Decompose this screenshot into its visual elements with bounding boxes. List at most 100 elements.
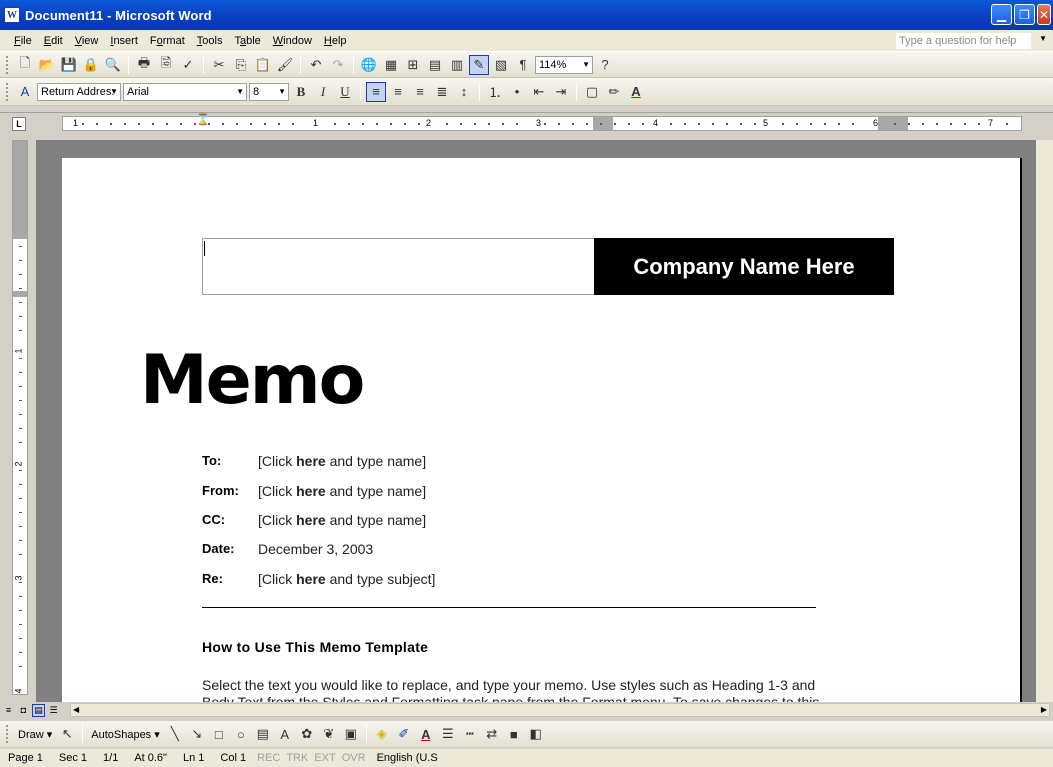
help-question-input[interactable]: Type a question for help [896, 33, 1031, 49]
hyperlink-icon[interactable]: 🌐 [359, 55, 379, 75]
justify-icon[interactable]: ≣ [432, 82, 452, 102]
underline-icon[interactable]: U [335, 82, 355, 102]
menu-window[interactable]: Window [267, 33, 318, 49]
status-rec[interactable]: REC [254, 752, 283, 764]
menu-tools[interactable]: Tools [191, 33, 229, 49]
menu-format[interactable]: Format [144, 33, 191, 49]
menu-file[interactable]: File [8, 33, 38, 49]
normal-view-icon[interactable]: ≡ [2, 704, 15, 717]
toolbar-grip[interactable] [6, 725, 9, 743]
menu-insert[interactable]: Insert [104, 33, 144, 49]
italic-icon[interactable]: I [313, 82, 333, 102]
styles-formatting-icon[interactable]: A [15, 82, 35, 102]
tables-borders-icon[interactable]: ▦ [381, 55, 401, 75]
clip-art-icon[interactable]: ❦ [319, 724, 339, 744]
print-layout-icon[interactable]: ▤ [32, 703, 45, 717]
research-icon[interactable]: 🔍 [103, 55, 123, 75]
memo-field-cc[interactable]: CC: [Click here and type name] [202, 512, 426, 528]
vertical-ruler[interactable]: 1 2 3 4 [12, 140, 28, 695]
menu-edit[interactable]: Edit [38, 33, 69, 49]
arrow-icon[interactable]: ↘ [187, 724, 207, 744]
line-spacing-icon[interactable]: ↕ [454, 82, 474, 102]
section-heading[interactable]: How to Use This Memo Template [202, 639, 428, 655]
bold-icon[interactable]: B [291, 82, 311, 102]
field-value[interactable]: December 3, 2003 [258, 541, 373, 557]
wordart-icon[interactable]: A [275, 724, 295, 744]
minimize-button[interactable]: ▁ [991, 4, 1012, 25]
word-app-icon[interactable]: W [4, 7, 20, 23]
shadow-icon[interactable]: ■ [504, 724, 524, 744]
save-icon[interactable]: 💾 [59, 55, 79, 75]
memo-title[interactable]: Memo [140, 341, 365, 420]
style-select[interactable]: Return Addres: ▼ [37, 82, 121, 101]
document-page[interactable]: Company Name Here Memo To: [Click here a… [62, 158, 1022, 702]
field-value[interactable]: [Click here and type name] [258, 483, 426, 499]
arrow-style-icon[interactable]: ⇄ [482, 724, 502, 744]
chevron-down-icon[interactable]: ▼ [1039, 34, 1047, 43]
align-left-icon[interactable]: ≡ [366, 81, 386, 102]
document-area[interactable]: Company Name Here Memo To: [Click here a… [36, 140, 1053, 702]
help-icon[interactable]: ? [595, 55, 615, 75]
font-select[interactable]: Arial ▼ [123, 82, 247, 101]
menu-view[interactable]: View [69, 33, 105, 49]
field-value[interactable]: [Click here and type name] [258, 512, 426, 528]
menu-table[interactable]: Table [228, 33, 266, 49]
draw-menu-button[interactable]: Draw ▾ [15, 728, 55, 741]
horizontal-ruler[interactable]: ⌛ 11234567 [62, 115, 1022, 131]
align-center-icon[interactable]: ≡ [388, 82, 408, 102]
diagram-icon[interactable]: ✿ [297, 724, 317, 744]
company-name[interactable]: Company Name Here [594, 238, 894, 295]
body-text[interactable]: Select the text you would like to replac… [202, 677, 902, 702]
return-address-box[interactable]: Company Name Here [202, 238, 894, 295]
memo-field-re[interactable]: Re: [Click here and type subject] [202, 571, 435, 587]
status-ovr[interactable]: OVR [339, 752, 369, 764]
increase-indent-icon[interactable]: ⇥ [551, 82, 571, 102]
print-preview-icon[interactable]: 🗟 [156, 55, 176, 75]
columns-icon[interactable]: ▥ [447, 55, 467, 75]
autoshapes-menu-button[interactable]: AutoShapes ▾ [88, 728, 163, 741]
font-size-select[interactable]: 8 ▼ [249, 82, 289, 101]
menu-help[interactable]: Help [318, 33, 353, 49]
align-right-icon[interactable]: ≡ [410, 82, 430, 102]
copy-icon[interactable]: ⎘ [231, 55, 251, 75]
cut-icon[interactable]: ✂ [209, 55, 229, 75]
memo-field-date[interactable]: Date: December 3, 2003 [202, 541, 373, 557]
paste-icon[interactable]: 📋 [253, 55, 273, 75]
print-icon[interactable]: 🖶 [134, 55, 154, 75]
new-document-icon[interactable]: 🗋 [15, 55, 35, 75]
dash-style-icon[interactable]: ┅ [460, 724, 480, 744]
drawing-icon[interactable]: ✎ [469, 54, 489, 75]
show-hide-icon[interactable]: ¶ [513, 55, 533, 75]
decrease-indent-icon[interactable]: ⇤ [529, 82, 549, 102]
insert-excel-icon[interactable]: ▤ [425, 55, 445, 75]
restore-button[interactable]: ❐ [1014, 4, 1035, 25]
redo-icon[interactable]: ↷ [328, 55, 348, 75]
vertical-scrollbar[interactable] [1036, 140, 1053, 702]
outline-view-icon[interactable]: ☰ [47, 704, 60, 717]
ruler-margin-marker[interactable] [593, 117, 613, 130]
numbering-icon[interactable]: ⒈ [485, 82, 505, 102]
font-color-icon[interactable]: A [416, 724, 436, 744]
text-box-icon[interactable]: ▤ [253, 724, 273, 744]
document-map-icon[interactable]: ▧ [491, 55, 511, 75]
spelling-icon[interactable]: ✓ [178, 55, 198, 75]
tab-selector[interactable]: L [12, 117, 26, 131]
line-style-icon[interactable]: ☰ [438, 724, 458, 744]
fill-color-icon[interactable]: ◈ [372, 724, 392, 744]
scroll-right-icon[interactable]: ▶ [1041, 705, 1047, 714]
horizontal-scrollbar[interactable]: ◀ ▶ [70, 703, 1050, 717]
zoom-select[interactable]: 114% ▼ [535, 55, 593, 74]
ruler-margin-marker[interactable] [878, 117, 908, 130]
status-ext[interactable]: EXT [311, 752, 338, 764]
permission-icon[interactable]: 🔒 [81, 55, 101, 75]
line-icon[interactable]: ╲ [165, 724, 185, 744]
web-layout-icon[interactable]: ◘ [17, 704, 30, 717]
oval-icon[interactable]: ○ [231, 724, 251, 744]
line-color-icon[interactable]: ✐ [394, 724, 414, 744]
rectangle-icon[interactable]: □ [209, 724, 229, 744]
toolbar-grip[interactable] [6, 55, 9, 74]
select-objects-icon[interactable]: ↖ [57, 724, 77, 744]
field-value[interactable]: [Click here and type name] [258, 453, 426, 469]
border-icon[interactable]: ▢ [582, 82, 602, 102]
picture-icon[interactable]: ▣ [341, 724, 361, 744]
